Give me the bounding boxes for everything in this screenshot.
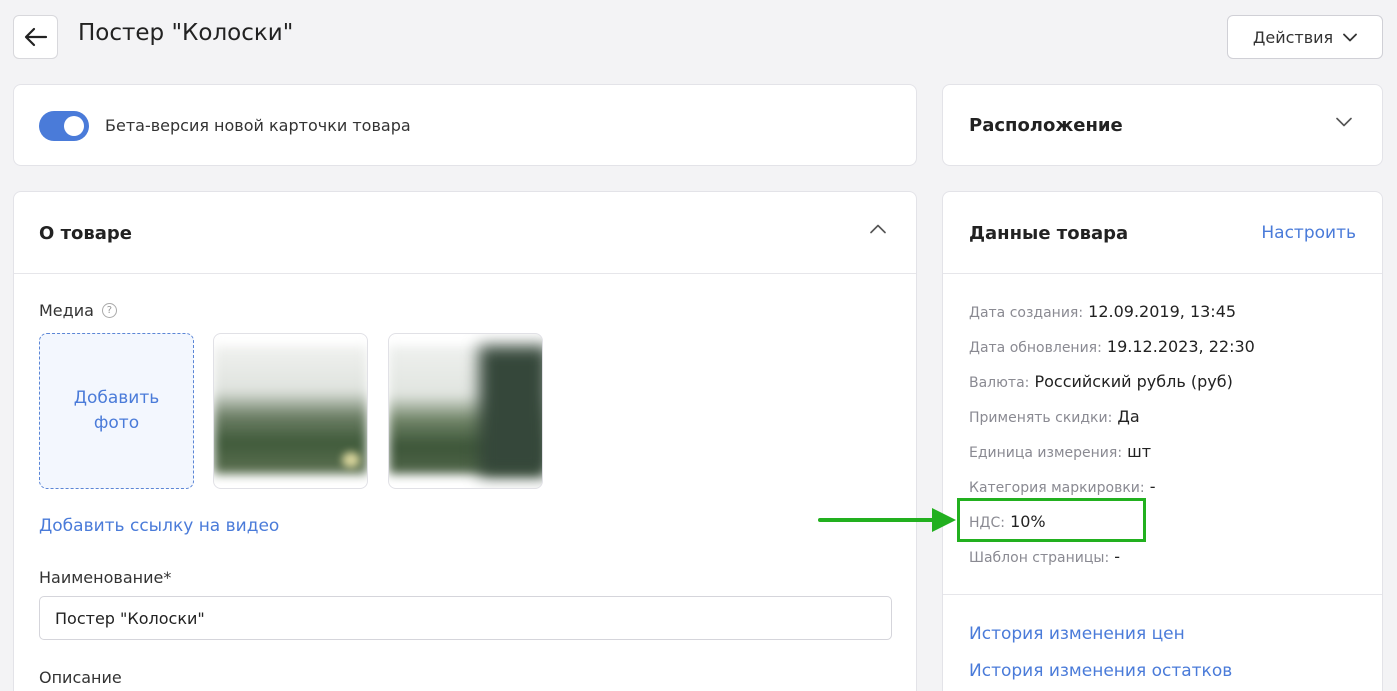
actions-label: Действия	[1252, 27, 1334, 47]
media-thumbnail[interactable]	[213, 333, 368, 489]
page-title: Постер "Колоски"	[78, 20, 294, 46]
data-key: Дата создания:	[969, 305, 1084, 321]
chevron-up-icon[interactable]	[870, 224, 886, 234]
data-key: Категория маркировки:	[969, 480, 1145, 496]
data-value: Российский рубль (руб)	[1034, 372, 1233, 391]
divider	[943, 594, 1382, 595]
data-value: Да	[1117, 407, 1140, 426]
annotation-highlight-box	[957, 498, 1146, 542]
chevron-down-icon	[1343, 33, 1358, 41]
product-data-card: Данные товара Настроить Дата создания: 1…	[942, 191, 1383, 691]
data-row-discounts: Применять скидки: Да	[969, 405, 1255, 440]
data-key: Валюта:	[969, 375, 1030, 391]
data-row-created: Дата создания: 12.09.2019, 13:45	[969, 300, 1255, 335]
name-label-text: Наименование	[39, 568, 164, 587]
data-key: Шаблон страницы:	[969, 550, 1110, 566]
add-photo-button[interactable]: Добавить фото	[39, 333, 194, 489]
data-value: -	[1149, 477, 1156, 496]
description-label: Описание	[39, 668, 122, 687]
about-product-card: О товаре Медиа ? Добавить фото Добавить …	[13, 191, 917, 691]
beta-toggle[interactable]	[39, 111, 89, 141]
data-value: 19.12.2023, 22:30	[1106, 337, 1255, 356]
data-key: Единица измерения:	[969, 445, 1123, 461]
name-label: Наименование*	[39, 568, 171, 587]
data-row-updated: Дата обновления: 19.12.2023, 22:30	[969, 335, 1255, 370]
about-title: О товаре	[39, 223, 132, 244]
configure-link[interactable]: Настроить	[1261, 223, 1356, 243]
data-row-template: Шаблон страницы: -	[969, 545, 1255, 580]
location-title: Расположение	[969, 115, 1123, 136]
data-key: Применять скидки:	[969, 410, 1113, 426]
about-header[interactable]: О товаре	[14, 192, 916, 274]
add-video-link[interactable]: Добавить ссылку на видео	[39, 516, 279, 536]
add-photo-label: Добавить фото	[73, 388, 160, 433]
actions-dropdown-button[interactable]: Действия	[1227, 15, 1383, 59]
data-value: 12.09.2019, 13:45	[1088, 302, 1237, 321]
required-mark: *	[163, 568, 172, 587]
media-label-text: Медиа	[39, 301, 94, 320]
media-label: Медиа ?	[39, 301, 117, 320]
back-button[interactable]	[13, 15, 58, 59]
data-row-unit: Единица измерения: шт	[969, 440, 1255, 475]
price-history-link[interactable]: История изменения цен	[969, 624, 1185, 644]
data-row-currency: Валюта: Российский рубль (руб)	[969, 370, 1255, 405]
data-value: -	[1114, 547, 1121, 566]
product-data-header: Данные товара Настроить	[943, 192, 1382, 274]
help-icon[interactable]: ?	[101, 303, 117, 318]
product-data-title: Данные товара	[969, 223, 1129, 244]
beta-label: Бета-версия новой карточки товара	[105, 116, 411, 135]
data-value: шт	[1127, 442, 1152, 461]
beta-card: Бета-версия новой карточки товара	[13, 84, 917, 166]
data-key: Дата обновления:	[969, 340, 1102, 356]
arrow-left-icon	[24, 27, 47, 47]
location-card[interactable]: Расположение	[942, 84, 1383, 166]
stock-history-link[interactable]: История изменения остатков	[969, 661, 1232, 681]
media-thumbnail[interactable]	[388, 333, 543, 489]
chevron-down-icon[interactable]	[1336, 117, 1352, 127]
name-input[interactable]	[39, 596, 892, 640]
annotation-arrow-icon	[818, 508, 956, 532]
